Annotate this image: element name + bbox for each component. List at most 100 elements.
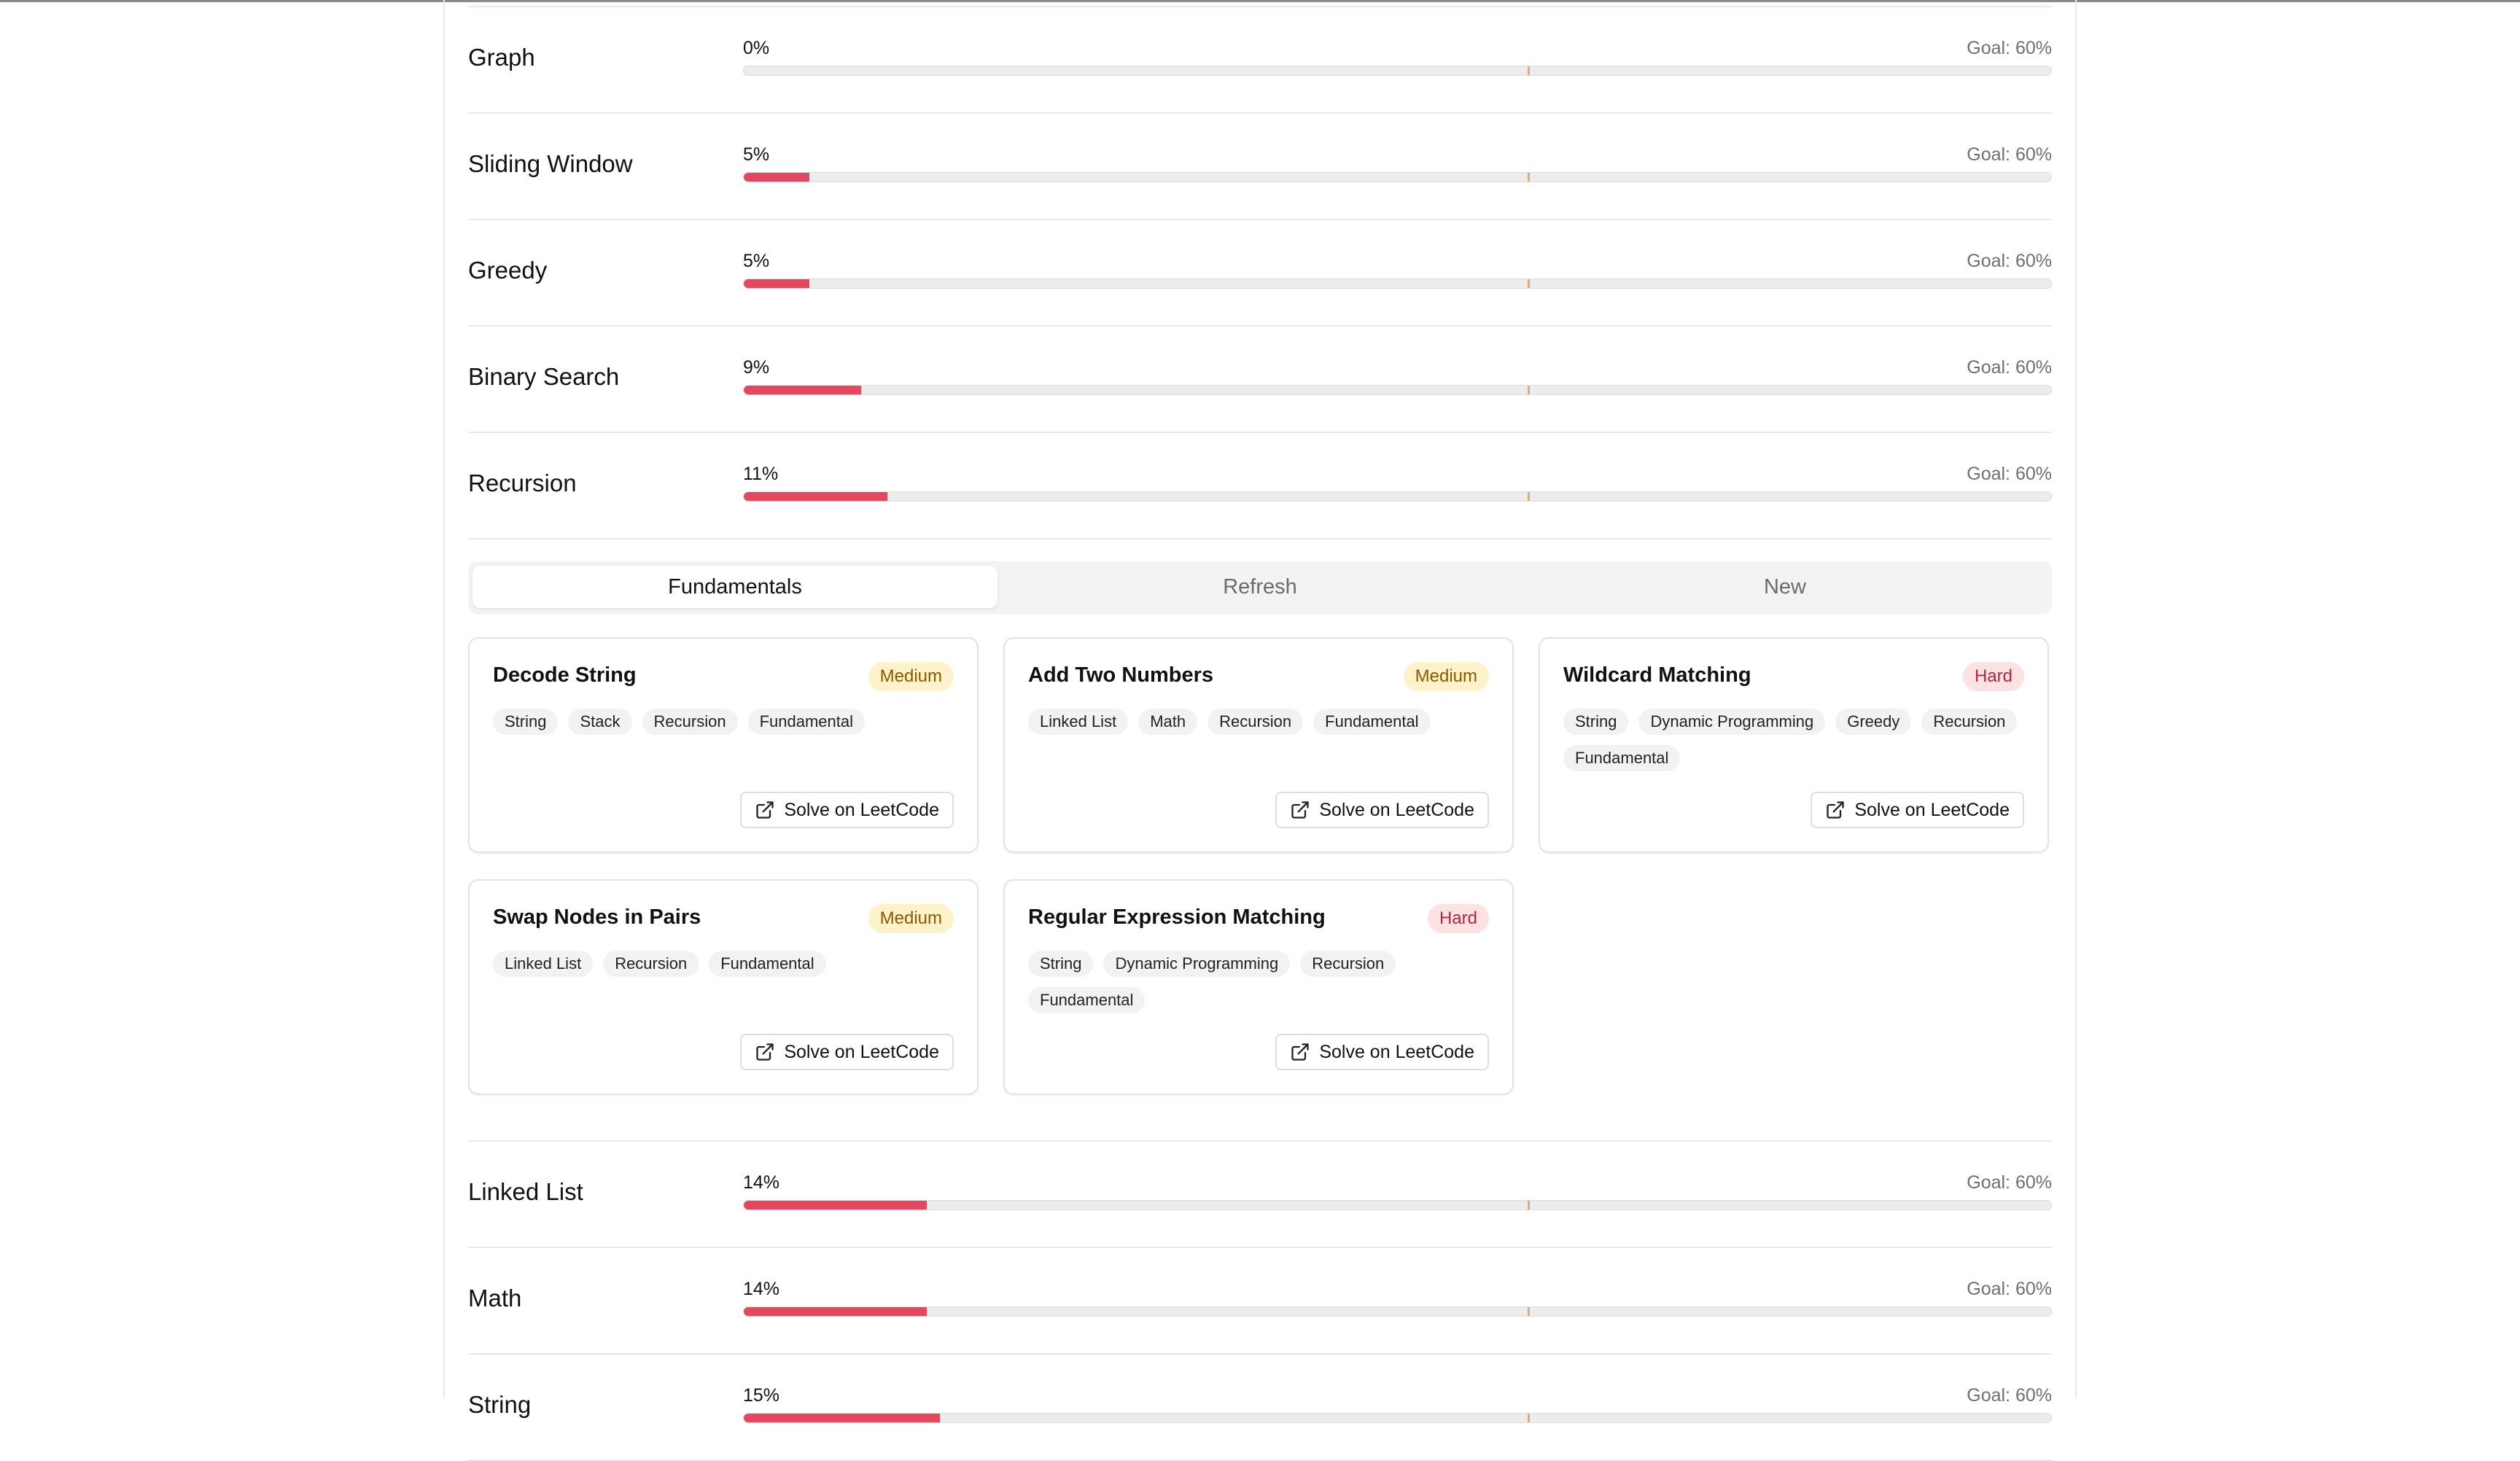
problem-title: Regular Expression Matching — [1028, 905, 1326, 929]
difficulty-badge: Medium — [868, 904, 954, 933]
goal-marker — [1527, 1414, 1530, 1422]
topic-tag: String — [1028, 951, 1094, 977]
topic-row-string: String 15% Goal: 60% — [468, 1355, 2052, 1461]
progress-track — [743, 172, 2052, 182]
topic-label: Binary Search — [468, 363, 620, 390]
progress-track — [743, 1200, 2052, 1210]
difficulty-badge: Medium — [868, 662, 954, 691]
difficulty-badge: Medium — [1403, 662, 1489, 691]
external-link-icon — [1290, 800, 1310, 820]
progress-percent: 5% — [743, 144, 770, 165]
topic-tag: Dynamic Programming — [1103, 951, 1291, 977]
progress-fill — [744, 492, 888, 501]
tab-refresh[interactable]: Refresh — [998, 566, 1522, 608]
topic-tag: Fundamental — [1313, 709, 1431, 735]
goal-label: Goal: 60% — [1967, 38, 2052, 58]
problem-title: Add Two Numbers — [1028, 663, 1214, 687]
goal-marker — [1527, 386, 1530, 394]
progress-fill — [744, 173, 809, 182]
topic-progress-list: Graph 0% Goal: 60% Sliding Window 5% Goal: 60… — [468, 6, 2052, 539]
topic-tag: Recursion — [1208, 709, 1304, 735]
topic-tag: String — [1563, 709, 1629, 735]
progress-track — [743, 66, 2052, 76]
external-link-icon — [1290, 1042, 1310, 1062]
topic-label: Linked List — [468, 1178, 583, 1205]
goal-label: Goal: 60% — [1967, 1279, 2052, 1299]
topic-tag: Recursion — [603, 951, 699, 977]
goal-marker — [1527, 1307, 1530, 1316]
progress-percent: 5% — [743, 251, 770, 271]
problem-card-swap-nodes-in-pairs: Swap Nodes in Pairs Medium Linked List Recu… — [468, 879, 979, 1095]
topic-tag: Fundamental — [1028, 987, 1146, 1013]
solve-button-label: Solve on LeetCode — [1319, 799, 1474, 820]
solve-on-leetcode-button[interactable]: Solve on LeetCode — [1275, 792, 1489, 828]
progress-percent: 15% — [743, 1385, 780, 1406]
topic-tag: Recursion — [642, 709, 738, 735]
goal-marker — [1527, 279, 1530, 288]
solve-on-leetcode-button[interactable]: Solve on LeetCode — [1275, 1034, 1489, 1070]
external-link-icon — [755, 800, 775, 820]
topic-label: String — [468, 1391, 532, 1418]
progress-fill — [744, 386, 862, 394]
solve-button-label: Solve on LeetCode — [1854, 799, 2010, 820]
topic-label: Math — [468, 1285, 522, 1312]
goal-marker — [1527, 1201, 1530, 1209]
problem-title: Swap Nodes in Pairs — [493, 905, 701, 929]
solve-on-leetcode-button[interactable]: Solve on LeetCode — [740, 1034, 954, 1070]
progress-track — [743, 385, 2052, 395]
solve-on-leetcode-button[interactable]: Solve on LeetCode — [1811, 792, 2024, 828]
progress-fill — [744, 1307, 928, 1316]
topic-row-greedy: Greedy 5% Goal: 60% — [468, 220, 2052, 327]
topic-tag: Fundamental — [709, 951, 826, 977]
problem-title: Wildcard Matching — [1563, 663, 1751, 687]
problem-card-decode-string: Decode String Medium String Stack Recursion F… — [468, 637, 979, 853]
topic-tag: Recursion — [1300, 951, 1396, 977]
tag-list: String Stack Recursion Fundamental — [493, 709, 954, 735]
tag-list: Linked List Recursion Fundamental — [493, 951, 954, 977]
goal-label: Goal: 60% — [1967, 464, 2052, 484]
progress-fill — [744, 1201, 928, 1209]
panel-content: Graph 0% Goal: 60% Sliding Window 5% Goal: 60… — [468, 0, 2052, 1461]
topic-label: Sliding Window — [468, 150, 633, 177]
topic-progress-list-continued: Linked List 14% Goal: 60% Math 14% Goal: 60% S… — [468, 1140, 2052, 1461]
goal-label: Goal: 60% — [1967, 1172, 2052, 1193]
solve-button-label: Solve on LeetCode — [1319, 1041, 1474, 1062]
progress-track — [743, 1306, 2052, 1317]
topic-tag: Recursion — [1921, 709, 2018, 735]
main-panel: Graph 0% Goal: 60% Sliding Window 5% Goal: 60… — [443, 0, 2077, 1461]
topic-tag: Fundamental — [747, 709, 865, 735]
topic-tag: Dynamic Programming — [1638, 709, 1826, 735]
topic-row-graph: Graph 0% Goal: 60% — [468, 6, 2052, 114]
topic-label: Greedy — [468, 257, 548, 284]
topic-row-recursion: Recursion 11% Goal: 60% — [468, 433, 2052, 539]
solve-button-label: Solve on LeetCode — [784, 1041, 939, 1062]
tab-new[interactable]: New — [1522, 566, 2048, 608]
external-link-icon — [755, 1042, 775, 1062]
difficulty-badge: Hard — [1427, 904, 1489, 933]
goal-label: Goal: 60% — [1967, 251, 2052, 271]
progress-fill — [744, 279, 809, 288]
topic-tag: Linked List — [493, 951, 594, 977]
goal-label: Goal: 60% — [1967, 357, 2052, 378]
topic-row-linked-list: Linked List 14% Goal: 60% — [468, 1142, 2052, 1248]
goal-marker — [1527, 492, 1530, 501]
topic-tag: Fundamental — [1563, 745, 1681, 771]
topic-row-sliding-window: Sliding Window 5% Goal: 60% — [468, 114, 2052, 220]
topic-label: Recursion — [468, 470, 577, 496]
topic-tag: Greedy — [1835, 709, 1912, 735]
topic-row-math: Math 14% Goal: 60% — [468, 1248, 2052, 1355]
external-link-icon — [1825, 800, 1846, 820]
tag-list: String Dynamic Programming Greedy Recursion… — [1563, 709, 2024, 771]
tab-fundamentals[interactable]: Fundamentals — [472, 566, 998, 608]
topic-tag: Stack — [568, 709, 632, 735]
progress-fill — [744, 1414, 940, 1422]
progress-track — [743, 1413, 2052, 1423]
solve-on-leetcode-button[interactable]: Solve on LeetCode — [740, 792, 954, 828]
tag-list: String Dynamic Programming Recursion Fundam… — [1028, 951, 1489, 1013]
problem-card-regular-expression-matching: Regular Expression Matching Hard String Dyn… — [1003, 879, 1514, 1095]
progress-percent: 11% — [743, 464, 779, 484]
topic-row-binary-search: Binary Search 9% Goal: 60% — [468, 327, 2052, 433]
solve-button-label: Solve on LeetCode — [784, 799, 939, 820]
progress-percent: 9% — [743, 357, 770, 378]
progress-track — [743, 278, 2052, 289]
